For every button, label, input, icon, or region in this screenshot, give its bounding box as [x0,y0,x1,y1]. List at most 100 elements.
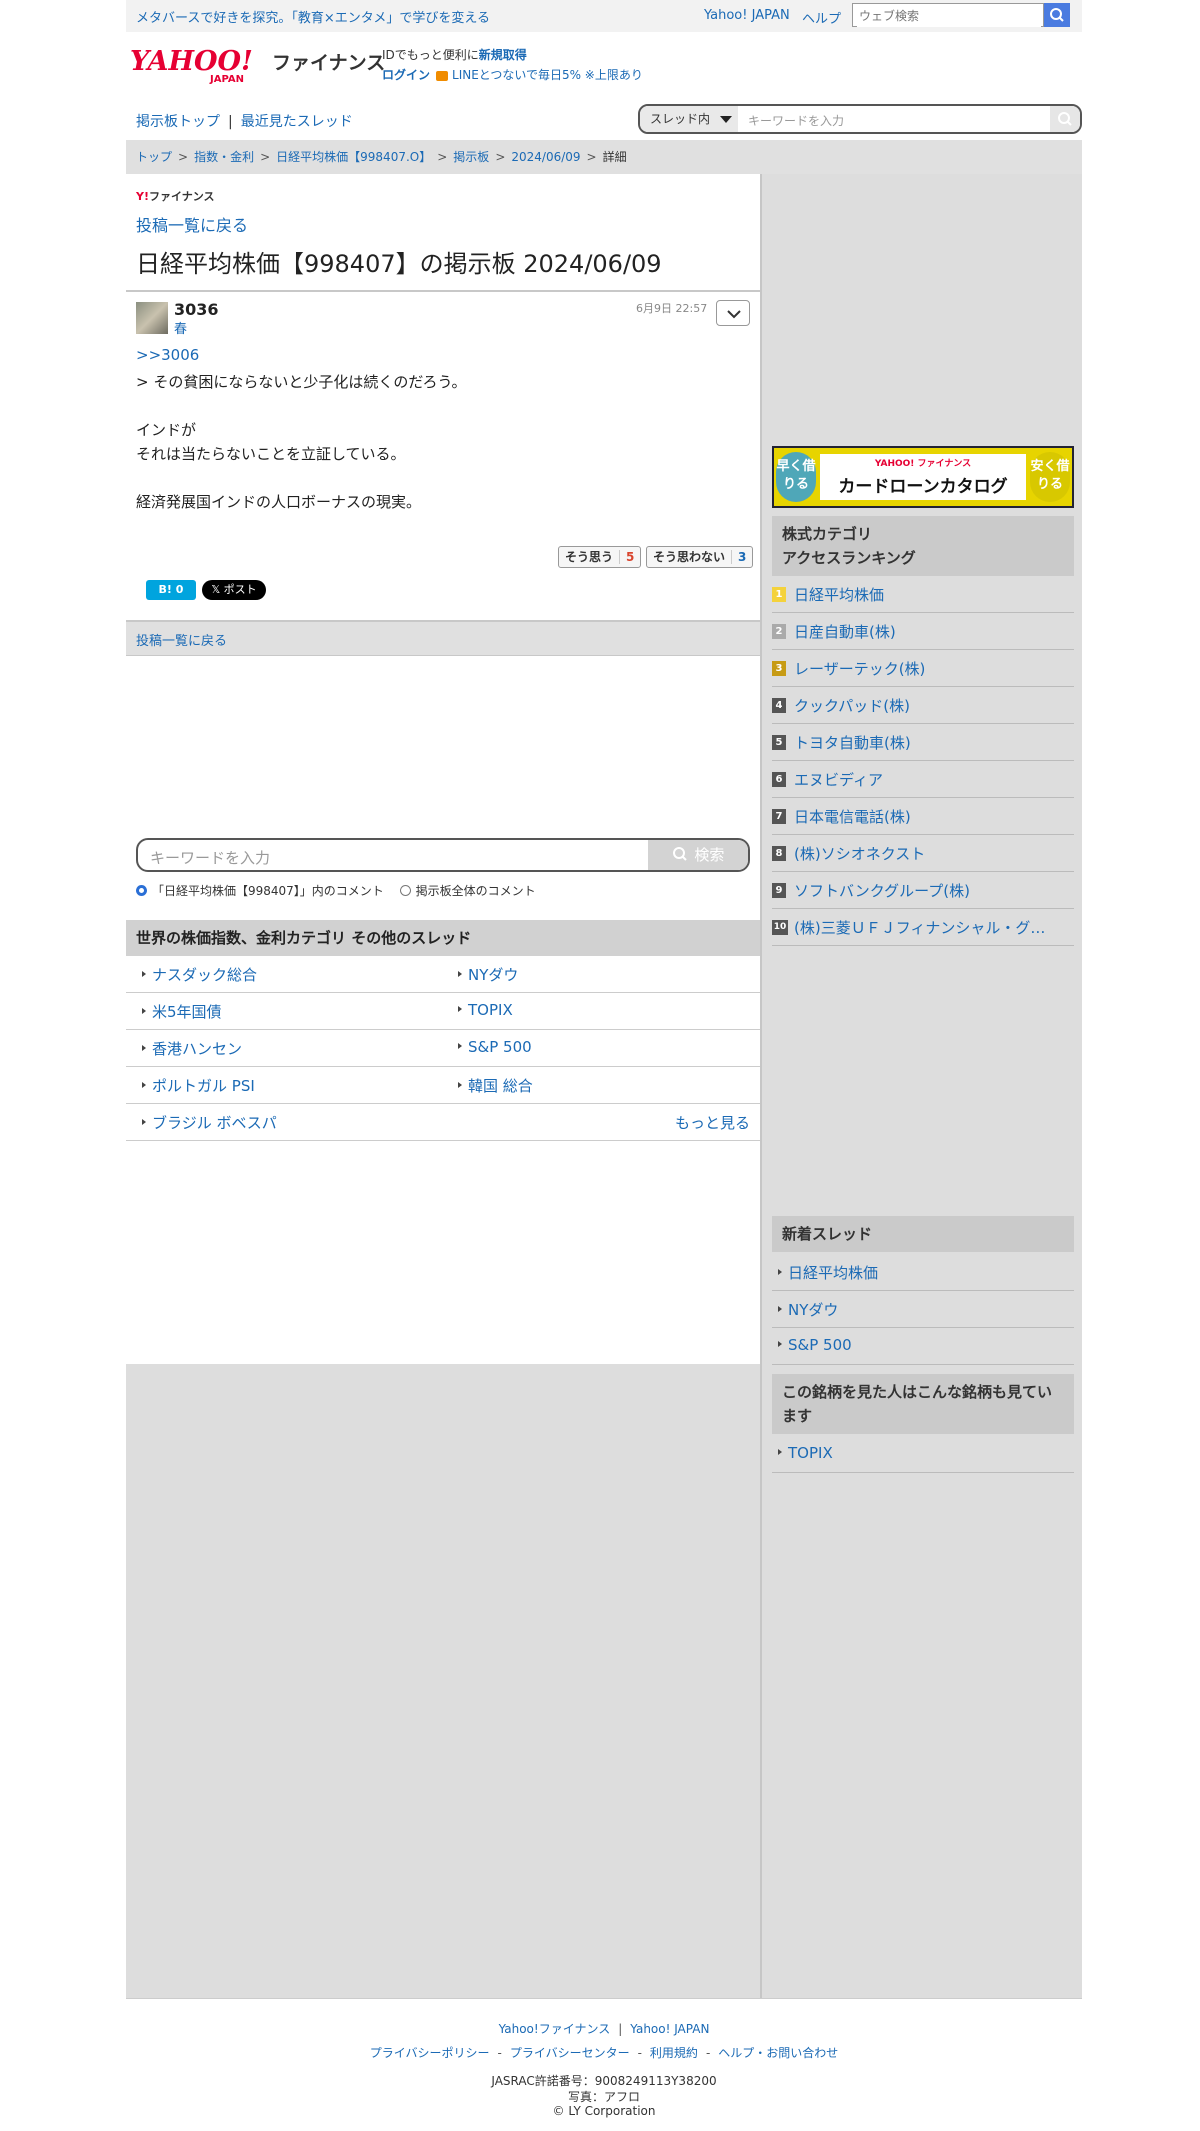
keyword-search-label: 検索 [694,846,725,864]
register-link[interactable]: 新規取得 [479,48,527,62]
terms-link[interactable]: 利用規約 [650,2046,698,2060]
other-thread-link[interactable]: TOPIX [458,1001,513,1019]
rank-badge: 5 [772,735,786,750]
ad-cheap-badge: 安く借りる [1030,452,1070,502]
rank-badge: 4 [772,698,786,713]
reply-anchor-link[interactable]: >>3006 [136,346,199,364]
logo-line1: YAHOO! [130,46,253,77]
footer-divider [126,1998,1082,1999]
author-link[interactable]: 春 [174,318,187,337]
ranking-item[interactable]: 10 (株)三菱ＵＦＪフィナンシャル・グ… [772,909,1074,946]
more-threads-link[interactable]: もっと見る [675,1112,750,1133]
bullet-icon [778,1341,782,1347]
agree-label: そう思う [565,550,614,564]
footer-yf-link[interactable]: Yahoo!ファイナンス [499,2022,611,2036]
avatar[interactable] [136,302,168,334]
rank-badge: 8 [772,846,786,861]
ranking-item[interactable]: 3 レーザーテック(株) [772,650,1074,687]
ranking-item[interactable]: 8 (株)ソシオネクスト [772,835,1074,872]
rank-badge: 10 [772,920,788,935]
ranking-item[interactable]: 4 クックパッド(株) [772,687,1074,724]
login-link[interactable]: ログイン [382,68,430,82]
web-search-input[interactable] [857,5,1041,27]
ranking-item[interactable]: 6 エヌビディア [772,761,1074,798]
rank-badge: 1 [772,587,786,602]
other-thread-link[interactable]: 米5年国債 [142,1001,222,1022]
thread-search-button[interactable] [1050,106,1080,132]
other-thread-row: ポルトガル PSI 韓国 総合 [126,1067,760,1104]
post-line [136,394,467,418]
post-menu-button[interactable] [716,300,750,326]
agree-button[interactable]: そう思う 5 [558,546,642,568]
thread-search-input[interactable]: キーワードを入力 [748,112,844,129]
disagree-button[interactable]: そう思わない 3 [646,546,754,568]
yahoo-japan-link[interactable]: Yahoo! JAPAN [704,8,790,23]
breadcrumb-category[interactable]: 指数・金利 [194,150,254,164]
new-thread-item[interactable]: NYダウ [772,1291,1074,1328]
breadcrumb-sep: > [495,150,506,164]
footer-yj-link[interactable]: Yahoo! JAPAN [630,2022,709,2036]
ranking-item-name: ソフトバンクグループ(株) [794,882,970,900]
keyword-search-button[interactable]: 検索 [648,840,748,870]
privacy-policy-link[interactable]: プライバシーポリシー [370,2046,490,2060]
back-to-list-link[interactable]: 投稿一覧に戻る [136,212,248,236]
breadcrumb-top[interactable]: トップ [136,150,172,164]
bullet-icon [142,1045,146,1051]
card-loan-ad-banner[interactable]: 早く借りる YAHOO! ファイナンス カードローンカタログ 安く借りる [772,446,1074,508]
also-viewed-item[interactable]: TOPIX [772,1436,1074,1473]
radio-whole-board[interactable] [399,885,411,896]
new-thread-item[interactable]: S&P 500 [772,1328,1074,1365]
footer-links-1: Yahoo!ファイナンス | Yahoo! JAPAN [126,2020,1082,2037]
other-thread-link[interactable]: ナスダック総合 [142,964,257,985]
ranking-item[interactable]: 2 日産自動車(株) [772,613,1074,650]
breadcrumb-board[interactable]: 掲示板 [453,150,489,164]
new-thread-item[interactable]: 日経平均株価 [772,1254,1074,1291]
ranking-item[interactable]: 1 日経平均株価 [772,576,1074,613]
radio-in-thread[interactable] [136,885,147,896]
other-thread-link[interactable]: 韓国 総合 [458,1075,533,1096]
thread-search-bar: スレッド内 キーワードを入力 [638,104,1082,134]
line-promo-link[interactable]: LINEとつないで毎日5% ※上限あり [452,68,643,82]
other-thread-link[interactable]: NYダウ [458,964,518,985]
help-contact-link[interactable]: ヘルプ・お問い合わせ [718,2046,838,2060]
bullet-icon [142,1119,146,1125]
breadcrumb: トップ > 指数・金利 > 日経平均株価【998407.O】 > 掲示板 >2024/06/0… [126,140,1082,174]
keyword-search-input[interactable]: キーワードを入力 [150,847,270,868]
yf-small-text: ファイナンス [148,190,215,203]
help-link[interactable]: ヘルプ [802,8,841,27]
other-thread-label: TOPIX [468,1001,513,1019]
ranking-item[interactable]: 9 ソフトバンクグループ(株) [772,872,1074,909]
ad-fast-badge: 早く借りる [776,452,816,502]
post-line: 経済発展国インドの人口ボーナスの現実。 [136,493,422,511]
ranking-heading: 株式カテゴリ アクセスランキング [772,516,1074,576]
board-top-link[interactable]: 掲示板トップ [136,114,220,130]
ranking-heading-line2: アクセスランキング [782,549,916,567]
web-search-button[interactable] [1044,3,1070,27]
breadcrumb-sep: > [260,150,271,164]
promo-link[interactable]: メタバースで好きを探究。「教育×エンタメ」で学びを変える [136,7,490,26]
recent-threads-link[interactable]: 最近見たスレッド [241,114,353,130]
hatena-bookmark-button[interactable]: B! 0 [146,580,196,600]
back-to-list-link-2[interactable]: 投稿一覧に戻る [136,630,227,649]
breadcrumb-date[interactable]: 2024/06/09 [511,150,580,164]
main-column: Y!ファイナンス 投稿一覧に戻る 日経平均株価【998407】の掲示板 2024… [126,174,760,1998]
other-thread-link[interactable]: ポルトガル PSI [142,1075,255,1096]
finance-brand[interactable]: ファイナンス [272,48,385,75]
ranking-item[interactable]: 7 日本電信電話(株) [772,798,1074,835]
new-thread-label: S&P 500 [788,1336,852,1354]
privacy-center-link[interactable]: プライバシーセンター [510,2046,630,2060]
yf-small-y: Y! [136,190,149,203]
x-post-button[interactable]: 𝕏 ポスト [202,580,266,600]
other-thread-link[interactable]: ブラジル ボベスパ [142,1112,277,1133]
keyword-search-box: キーワードを入力 検索 [136,838,750,872]
breadcrumb-stock[interactable]: 日経平均株価【998407.O】 [276,150,431,164]
other-thread-link[interactable]: 香港ハンセン [142,1038,242,1059]
disagree-label: そう思わない [653,550,726,564]
rank-badge: 2 [772,624,786,639]
other-thread-row: 香港ハンセン S&P 500 [126,1030,760,1067]
logo-line2: JAPAN [209,74,244,85]
new-thread-link: S&P 500 [778,1336,852,1354]
ranking-item[interactable]: 5 トヨタ自動車(株) [772,724,1074,761]
other-thread-link[interactable]: S&P 500 [458,1038,532,1056]
yahoo-japan-logo[interactable]: YAHOO! JAPAN [130,46,270,85]
